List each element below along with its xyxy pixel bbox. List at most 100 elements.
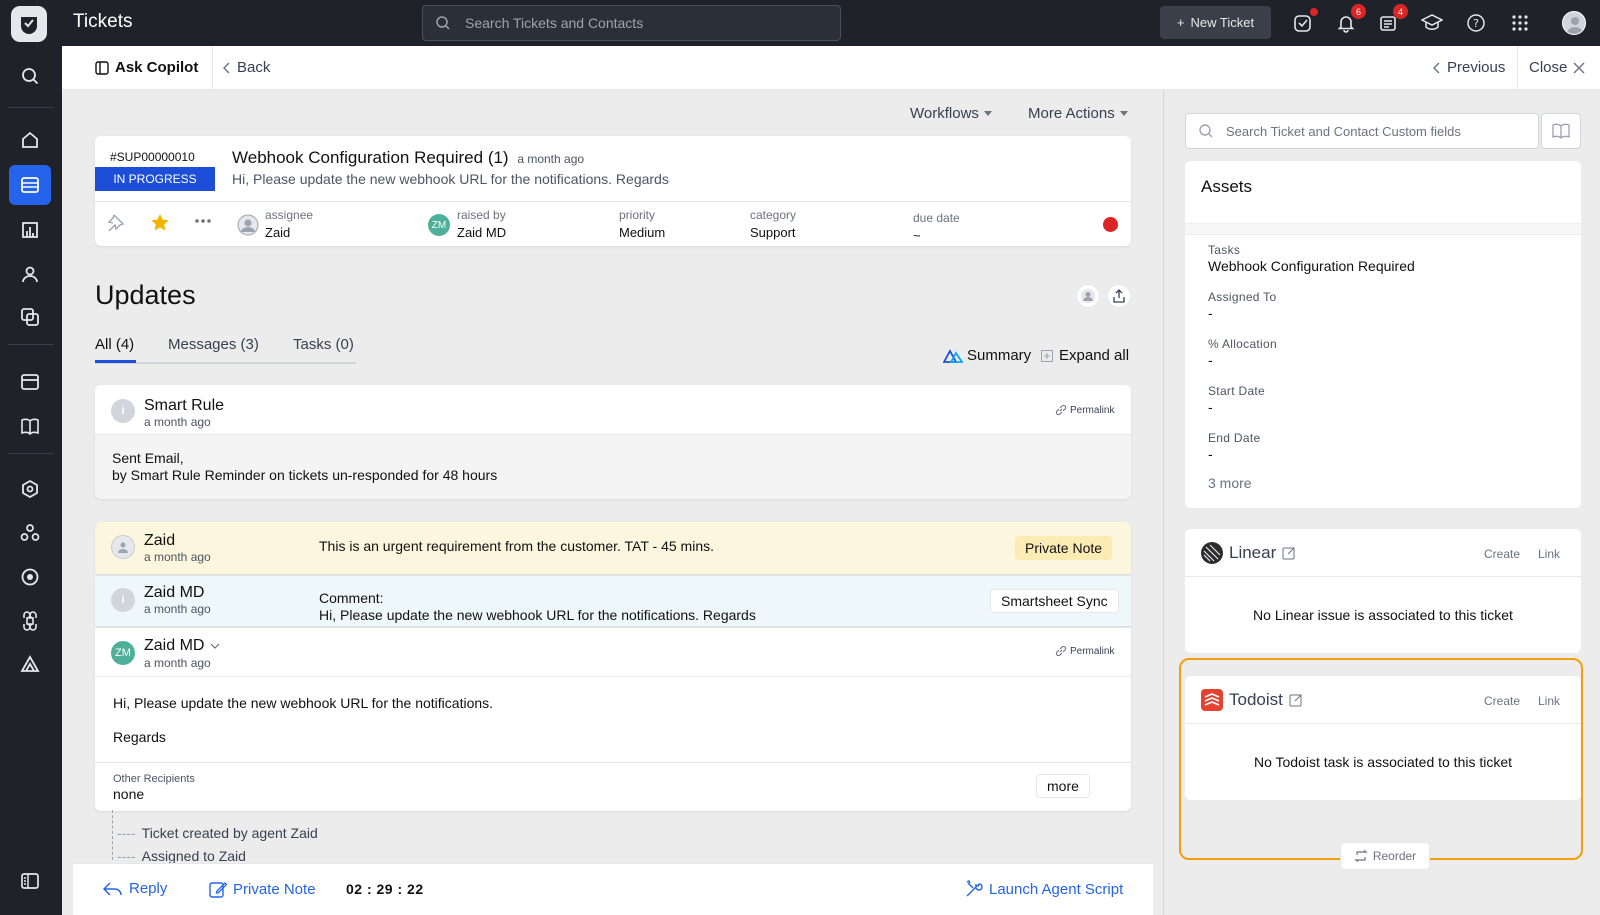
note-text: This is an urgent requirement from the c… xyxy=(319,538,715,554)
category-field[interactable]: category Support xyxy=(750,208,796,240)
search-placeholder: Search Tickets and Contacts xyxy=(465,15,644,31)
companies-icon[interactable] xyxy=(9,297,51,337)
permalink-button[interactable]: Permalink xyxy=(1055,645,1114,657)
linear-link-button[interactable]: Link xyxy=(1538,547,1560,561)
close-icon xyxy=(1573,62,1585,74)
update-line-1: Sent Email, xyxy=(112,450,184,466)
app-title: Tickets xyxy=(73,11,133,32)
ask-copilot-button[interactable]: Ask Copilot xyxy=(95,59,198,76)
custom-fields-search-input[interactable]: Search Ticket and Contact Custom fields xyxy=(1185,113,1539,149)
raised-by-field[interactable]: raised by Zaid MD xyxy=(457,208,506,240)
comment-item: i Zaid MD a month ago Comment: Hi, Pleas… xyxy=(95,576,1131,626)
update-time: a month ago xyxy=(144,550,211,564)
summary-button[interactable]: Summary xyxy=(943,347,1031,364)
assignee-field[interactable]: assignee Zaid xyxy=(265,208,313,240)
private-note-item: Zaid a month ago This is an urgent requi… xyxy=(95,522,1131,574)
graduation-cap-icon[interactable] xyxy=(1420,11,1444,35)
todo-check-icon[interactable] xyxy=(1291,8,1318,35)
updates-heading: Updates xyxy=(95,280,196,310)
sender-avatar: ZM xyxy=(111,641,135,665)
tab-messages[interactable]: Messages (3) xyxy=(168,336,259,353)
timeline-dash: ---- xyxy=(117,848,136,864)
ticket-timer: 02 : 29 : 22 xyxy=(346,881,424,897)
raised-by-label: raised by xyxy=(457,208,506,222)
search-icon[interactable] xyxy=(9,56,51,96)
workflow-icon[interactable] xyxy=(9,513,51,553)
ask-copilot-label: Ask Copilot xyxy=(115,59,199,76)
app-logo[interactable] xyxy=(11,6,47,42)
field-label: Start Date xyxy=(1208,384,1266,398)
user-filter-icon[interactable] xyxy=(1076,284,1100,308)
assets-separator xyxy=(1185,223,1581,235)
close-button[interactable]: Close xyxy=(1529,59,1585,76)
apps-grid-icon[interactable] xyxy=(1508,11,1532,35)
tickets-icon[interactable] xyxy=(9,165,51,205)
top-bar: Tickets Search Tickets and Contacts + Ne… xyxy=(0,0,1600,46)
timeline-text: Ticket created by agent Zaid xyxy=(141,825,318,841)
tab-all[interactable]: All (4) xyxy=(95,336,134,353)
update-author: Smart Rule xyxy=(144,397,225,414)
bell-icon[interactable]: 6 xyxy=(1334,4,1366,35)
status-badge[interactable]: IN PROGRESS xyxy=(95,167,215,191)
private-note-button[interactable]: Private Note xyxy=(209,880,316,898)
automation-icon[interactable] xyxy=(9,557,51,597)
message-body-line-1: Hi, Please update the new webhook URL fo… xyxy=(113,695,494,711)
more-actions-label: More Actions xyxy=(1028,105,1115,122)
user-avatar[interactable] xyxy=(1562,11,1586,35)
link-icon xyxy=(1055,645,1067,657)
reorder-button[interactable]: Reorder xyxy=(1340,842,1430,870)
knowledge-book-icon[interactable] xyxy=(9,406,51,446)
priority-label: priority xyxy=(619,208,656,222)
book-icon[interactable] xyxy=(1541,113,1581,149)
calendar-icon[interactable] xyxy=(9,362,51,402)
contacts-icon[interactable] xyxy=(9,254,51,294)
raised-by-value: Zaid MD xyxy=(457,225,507,240)
sidebar-divider xyxy=(8,344,54,345)
comment-label: Comment: xyxy=(319,590,384,606)
priority-field[interactable]: priority Medium xyxy=(619,208,665,240)
panel-toggle-icon[interactable] xyxy=(9,861,51,901)
reports-icon[interactable] xyxy=(9,210,51,250)
share-icon[interactable] xyxy=(1107,284,1131,308)
update-header xyxy=(95,385,1131,435)
new-ticket-button[interactable]: + New Ticket xyxy=(1160,6,1271,39)
user-avatar-icon xyxy=(111,535,135,559)
external-link-icon[interactable] xyxy=(1282,546,1296,560)
update-time: a month ago xyxy=(144,656,211,670)
message-divider xyxy=(95,676,1131,677)
linear-title: Linear xyxy=(1229,543,1296,563)
permalink-button[interactable]: Permalink xyxy=(1055,404,1114,416)
update-time: a month ago xyxy=(144,602,211,616)
field-label: End Date xyxy=(1208,431,1261,445)
show-more-fields-link[interactable]: 3 more xyxy=(1208,475,1252,491)
previous-button[interactable]: Previous xyxy=(1433,59,1505,76)
updates-icon[interactable]: 4 xyxy=(1376,4,1408,35)
settings-gear-icon[interactable] xyxy=(9,469,51,509)
expand-icon xyxy=(1041,349,1053,362)
update-line-2: by Smart Rule Reminder on tickets un-res… xyxy=(112,467,498,483)
ticket-subheader: Ask Copilot Back Previous Close xyxy=(62,46,1600,90)
more-button[interactable]: more xyxy=(1036,774,1090,798)
command-icon[interactable] xyxy=(9,601,51,641)
pin-icon[interactable] xyxy=(107,213,125,231)
ticket-divider xyxy=(95,201,1131,202)
help-icon[interactable]: ? xyxy=(1464,11,1488,35)
linear-logo-icon xyxy=(1201,542,1223,564)
permalink-label: Permalink xyxy=(1070,645,1115,657)
update-author-row[interactable]: Zaid MD xyxy=(144,637,220,655)
linear-create-button[interactable]: Create xyxy=(1484,547,1520,561)
copilot-icon[interactable] xyxy=(9,644,51,684)
tab-tasks[interactable]: Tasks (0) xyxy=(293,336,354,353)
due-date-field[interactable]: due date ~ xyxy=(913,211,960,243)
star-icon[interactable] xyxy=(150,213,170,232)
back-button[interactable]: Back xyxy=(223,59,270,76)
more-options-icon[interactable] xyxy=(194,218,212,224)
category-value: Support xyxy=(750,225,796,240)
expand-all-button[interactable]: Expand all xyxy=(1041,347,1129,364)
workflows-dropdown[interactable]: Workflows xyxy=(910,105,992,122)
global-search-input[interactable]: Search Tickets and Contacts xyxy=(422,5,841,41)
home-icon[interactable] xyxy=(9,120,51,160)
reply-button[interactable]: Reply xyxy=(103,880,167,897)
more-actions-dropdown[interactable]: More Actions xyxy=(1028,105,1128,122)
launch-agent-script-button[interactable]: Launch Agent Script xyxy=(965,880,1123,898)
